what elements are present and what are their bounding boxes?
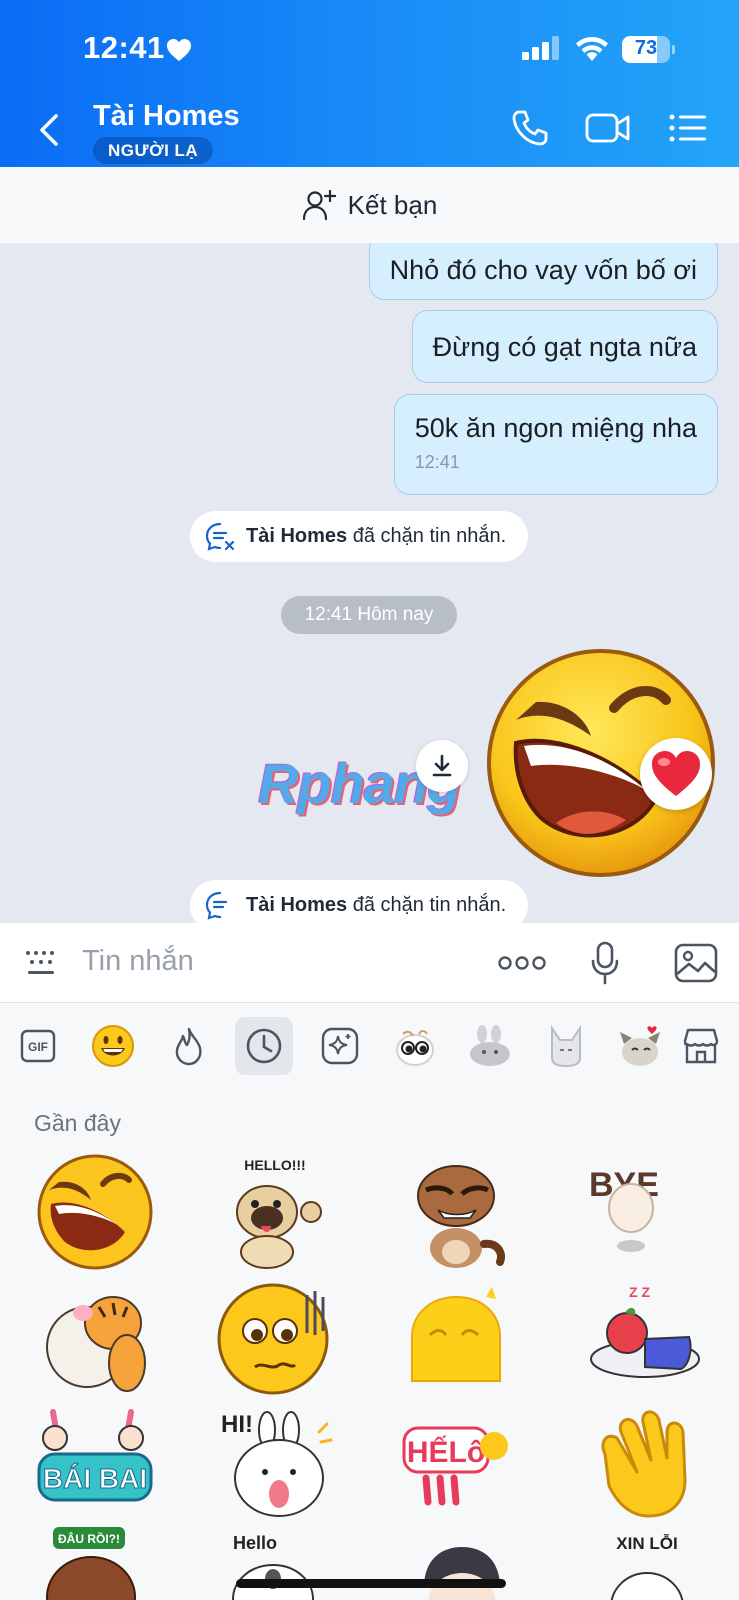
message-bubble[interactable]: Đừng có gạt ngta nữa (411, 310, 718, 383)
chat-header: 12:41 73 Tài Homes NGƯỜI LẠ (0, 0, 739, 167)
tab-recent[interactable] (235, 1017, 293, 1075)
video-call-icon[interactable] (584, 108, 632, 148)
svg-text:XIN LỖI: XIN LỖI (616, 1534, 677, 1553)
cartoon-eyes-icon (396, 1030, 434, 1066)
tab-gif[interactable]: GIF (9, 1017, 67, 1075)
raccoon-grin-sticker[interactable] (400, 1152, 520, 1272)
bye-bear-sticker[interactable]: BYE (585, 1152, 705, 1272)
tab-sticker-store[interactable] (672, 1017, 730, 1075)
more-options-icon[interactable] (498, 953, 546, 973)
bai-bai-text-sticker[interactable]: BÁI BAI (35, 1402, 155, 1522)
back-button[interactable] (32, 108, 68, 152)
sleeping-apple-sticker[interactable]: Z Z (585, 1277, 705, 1397)
stranger-badge: NGƯỜI LẠ (93, 137, 214, 164)
svg-text:Z Z: Z Z (629, 1284, 650, 1300)
message-composer: Tin nhắn (0, 923, 739, 1003)
svg-text:HI!: HI! (221, 1411, 253, 1438)
wifi-icon (576, 37, 608, 61)
svg-text:ĐÂU RỒI?!: ĐÂU RỒI?! (58, 1531, 120, 1546)
status-bar: 12:41 73 (0, 0, 739, 100)
status-time: 12:41 (83, 30, 165, 65)
blocked-notice-text: Tài Homes đã chặn tin nhắn. (246, 525, 507, 547)
message-input[interactable]: Tin nhắn (82, 945, 194, 978)
sticker-panel: Gần đây HELLO!!! BYE (0, 1087, 739, 1600)
message-blocked-icon (205, 891, 228, 920)
tab-trending[interactable] (160, 1017, 218, 1075)
message-text: 50k ăn ngon miệng nha (414, 413, 697, 443)
add-user-icon (302, 189, 336, 221)
add-friend-label: Kết bạn (347, 189, 438, 220)
svg-text:BÁI BAI: BÁI BAI (43, 1463, 147, 1494)
message-bubble[interactable]: 50k ăn ngon miệng nha 12:41 (393, 394, 718, 495)
download-button[interactable] (416, 740, 468, 792)
battery-level: 73 (634, 37, 658, 59)
contact-name[interactable]: Tài Homes (93, 100, 240, 133)
home-indicator (236, 1579, 506, 1588)
hello-cat-sticker[interactable]: Hello (215, 1527, 335, 1600)
blocked-notice-text: Tài Homes đã chặn tin nhắn. (246, 894, 507, 916)
message-blocked-icon (205, 522, 235, 551)
heart-icon (167, 39, 191, 61)
tab-ai-sticker[interactable] (311, 1017, 369, 1075)
message-time: 12:41 (414, 452, 460, 472)
message-text: Nhỏ đó cho vay vốn bố ơi (389, 255, 697, 285)
microphone-icon[interactable] (590, 941, 620, 985)
download-icon (432, 754, 452, 777)
reaction-heart-button[interactable] (640, 738, 712, 810)
hello-text-sticker[interactable]: HẾLô (400, 1402, 520, 1522)
tab-sticker-pack-cat[interactable] (537, 1017, 595, 1075)
sticker-keyboard-icon[interactable] (22, 945, 60, 979)
add-friend-button[interactable]: Kết bạn (0, 167, 739, 243)
anime-boy-sticker[interactable] (400, 1527, 520, 1600)
message-bubble[interactable]: Nhỏ đó cho vay vốn bố ơi (368, 243, 718, 300)
blocked-notice: Tài Homes đã chặn tin nhắn. (190, 511, 529, 562)
tab-sticker-pack-eyes[interactable] (386, 1017, 444, 1075)
image-gallery-icon[interactable] (674, 943, 718, 983)
sparkle-icon (321, 1027, 359, 1065)
bunny-sticker-icon (470, 1025, 510, 1066)
tab-emoji[interactable] (84, 1017, 142, 1075)
phone-call-icon[interactable] (510, 108, 550, 148)
xin-loi-sticker[interactable]: XIN LỖI (585, 1527, 705, 1600)
svg-text:HELLO!!!: HELLO!!! (244, 1157, 305, 1173)
dau-roi-monkey-sticker[interactable]: ĐÂU RỒI?! (35, 1527, 155, 1600)
smiley-emoji-icon (92, 1025, 134, 1067)
heart-reaction-icon (652, 751, 700, 796)
blocked-notice: Tài Homes đã chặn tin nhắn. (190, 880, 529, 923)
store-icon (683, 1028, 719, 1064)
message-text: Đừng có gạt ngta nữa (432, 332, 697, 362)
laughing-emoji-sticker[interactable] (35, 1152, 155, 1272)
gif-icon: GIF (20, 1029, 56, 1063)
svg-text:Hello: Hello (233, 1533, 277, 1553)
worried-emoji-sticker[interactable] (215, 1277, 335, 1397)
pug-hello-sticker[interactable]: HELLO!!! (215, 1152, 335, 1272)
battery-indicator: 73 (622, 36, 675, 63)
cat-sticker-icon (551, 1024, 581, 1068)
tab-sticker-pack-bunny[interactable] (461, 1017, 519, 1075)
clock-icon (246, 1028, 282, 1064)
date-separator: 12:41 Hôm nay (281, 596, 457, 634)
svg-text:GIF: GIF (28, 1040, 48, 1054)
chat-messages[interactable]: Nhỏ đó cho vay vốn bố ơi Đừng có gạt ngt… (0, 243, 739, 923)
sticker-category-tabs: GIF (0, 1003, 739, 1087)
svg-text:HẾLô: HẾLô (407, 1435, 485, 1469)
options-menu-icon[interactable] (668, 108, 708, 148)
hi-bunny-sticker[interactable]: HI! (215, 1402, 335, 1522)
hugging-tiger-sticker[interactable] (35, 1277, 155, 1397)
yellow-chick-sticker[interactable] (400, 1277, 520, 1397)
tab-sticker-pack-dog[interactable] (612, 1017, 670, 1075)
cellular-signal-icon (522, 36, 559, 60)
waving-hand-emoji-sticker[interactable] (585, 1402, 705, 1522)
dog-sticker-icon (620, 1026, 660, 1066)
flame-icon (175, 1027, 202, 1066)
recent-section-title: Gần đây (34, 1110, 121, 1136)
